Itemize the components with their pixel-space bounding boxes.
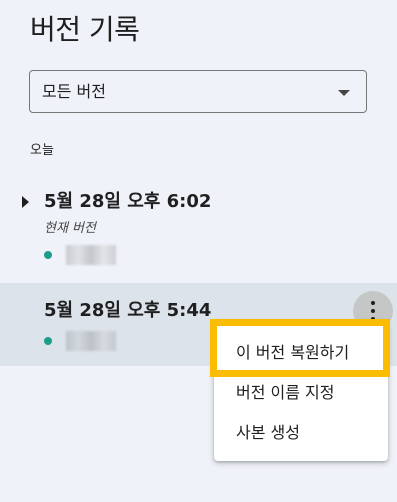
author-color-dot [44,251,52,259]
menu-item-restore-version[interactable]: 이 버전 복원하기 [214,333,388,373]
section-label-today: 오늘 [30,143,54,158]
version-date: 5월 28일 오후 5:44 [44,300,212,321]
panel-title: 버전 기록 [30,13,140,46]
author-color-dot [44,337,52,345]
caret-down-icon [338,90,350,96]
version-item[interactable]: 5월 28일 오후 6:02 현재 버전 [0,182,397,272]
version-date: 5월 28일 오후 6:02 [44,191,212,212]
expand-arrow-icon[interactable] [22,196,29,208]
version-filter-value: 모든 버전 [42,82,106,101]
current-version-label: 현재 버전 [44,221,96,236]
more-vert-icon-dot [371,301,375,305]
author-name-blurred [66,245,116,265]
version-actions-menu: 이 버전 복원하기 버전 이름 지정 사본 생성 [214,321,388,461]
more-vert-icon-dot [371,309,375,313]
version-filter-dropdown[interactable]: 모든 버전 [29,70,367,113]
menu-item-name-version[interactable]: 버전 이름 지정 [214,373,388,413]
author-name-blurred [66,331,116,351]
menu-item-make-copy[interactable]: 사본 생성 [214,413,388,453]
